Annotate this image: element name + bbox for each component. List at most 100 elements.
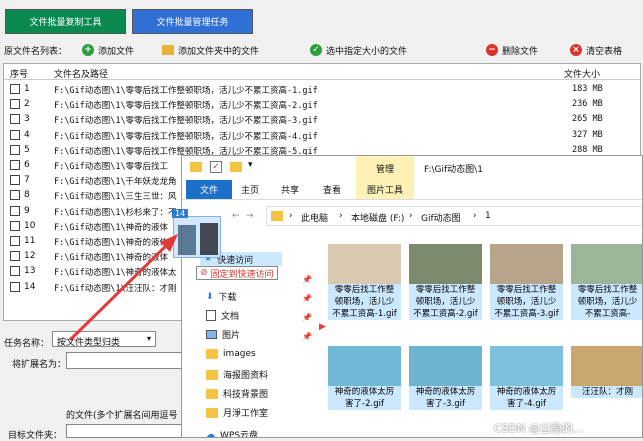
row-path: F:\Gif动态图\1\零零后找工作整顿职场，活儿少不累工资高-4.gif (54, 131, 318, 142)
explorer-titlebar: ✓ ▾ 管理 F:\Gif动态图\1 (182, 156, 642, 180)
folder-icon (190, 162, 202, 172)
delete-file-button[interactable]: − 删除文件 (486, 43, 538, 57)
watermark: CSDN @尘隐的... (494, 422, 584, 435)
thumbnail-caption: 神奇的液体太厉 害了-3.gif (409, 386, 482, 410)
row-num: 10 (24, 220, 36, 231)
target-folder-label: 目标文件夹： (8, 431, 63, 441)
breadcrumb-folder-1[interactable]: 1 (485, 211, 491, 221)
thumbnail-image (571, 346, 642, 386)
thumbnail-image (328, 346, 401, 386)
pin-icon[interactable]: 📌 (302, 313, 312, 322)
address-bar[interactable]: › 此电脑 › 本地磁盘 (F:) › Gif动态图 › 1 (266, 206, 642, 226)
thumbnail-image (409, 346, 482, 386)
thumbnail-caption: 神奇的液体太厉 害了-2.gif (328, 386, 401, 410)
thumbnail-caption: 神奇的液体太厉 害了-4.gif (490, 386, 563, 410)
quick-access-dropdown-icon[interactable]: ▾ (248, 160, 253, 170)
add-folder-files-button[interactable]: 添加文件夹中的文件 (162, 43, 259, 57)
ribbon-home-tab[interactable]: 主页 (234, 180, 266, 199)
nav-pictures[interactable]: 图片 (206, 328, 240, 341)
pin-to-quick-access-tooltip: ⊘ 固定到快速访问 (196, 266, 278, 280)
thumbnail-caption: 汪汪队：才刚 (571, 386, 642, 398)
expand-arrow-icon: ▶ (319, 322, 326, 332)
header-size: 文件大小 (564, 70, 601, 80)
row-checkbox[interactable] (10, 205, 20, 216)
row-path: F:\Gif动态图\1\零零后找工作整顿职场，活儿少不累工资高-3.gif (54, 116, 318, 127)
nav-yuejing-folder[interactable]: 月淨工作室 (206, 406, 268, 419)
no-entry-icon: ⊘ (200, 268, 208, 278)
ribbon-picture-tools-tab[interactable]: 图片工具 (356, 180, 414, 199)
thumbnail-image (328, 244, 401, 284)
row-checkbox[interactable] (10, 190, 20, 201)
add-file-button[interactable]: + 添加文件 (82, 43, 134, 57)
batch-manage-task-button[interactable]: 文件批量管理任务 (132, 9, 253, 34)
new-folder-icon[interactable] (230, 162, 242, 172)
row-checkbox[interactable] (10, 236, 20, 246)
file-thumbnail[interactable]: 神奇的液体太厉 害了-4.gif (490, 346, 563, 410)
nav-documents[interactable]: 文档 (206, 309, 239, 322)
file-thumbnail[interactable]: 零零后找工作整 顿职场，活儿少 不累工资高-3.gif (490, 244, 563, 320)
file-thumbnail[interactable]: 汪汪队：才刚 (571, 346, 642, 398)
ribbon-share-tab[interactable]: 共享 (274, 180, 306, 199)
file-thumbnail[interactable]: 零零后找工作整 顿职场，活儿少 不累工资高-2.gif (409, 244, 482, 320)
table-row[interactable]: 4 F:\Gif动态图\1\零零后找工作整顿职场，活儿少不累工资高-4.gif 32… (4, 128, 640, 143)
nav-tech-bg-folder[interactable]: 科技背景图 (206, 387, 268, 400)
file-thumbnail[interactable]: 零零后找工作整 顿职场，活儿少 不累工资高- (571, 244, 642, 320)
row-checkbox[interactable] (10, 266, 20, 277)
row-num: 13 (24, 266, 36, 277)
row-checkbox[interactable] (10, 129, 20, 140)
drag-count-badge: 14 (172, 209, 189, 218)
pin-icon[interactable]: 📌 (302, 332, 312, 341)
table-row[interactable]: 2 F:\Gif动态图\1\零零后找工作整顿职场，活儿少不累工资高-2.gif 23… (4, 97, 640, 112)
pin-icon[interactable]: 📌 (302, 294, 312, 303)
thumbnail-image (490, 346, 563, 386)
row-checkbox[interactable] (10, 144, 20, 155)
table-row[interactable]: 1 F:\Gif动态图\1\零零后找工作整顿职场，活儿少不累工资高-1.gif 18… (4, 82, 640, 97)
window-title-path: F:\Gif动态图\1 (424, 165, 483, 175)
thumbnail-caption: 零零后找工作整 顿职场，活儿少 不累工资高-1.gif (328, 284, 401, 320)
forward-arrow-icon[interactable]: → (246, 211, 254, 221)
ribbon-manage-tab[interactable]: 管理 (356, 156, 414, 180)
batch-copy-tool-button[interactable]: 文件批量复制工具 (5, 9, 126, 34)
back-arrow-icon[interactable]: ← (232, 211, 240, 221)
row-checkbox[interactable] (10, 160, 20, 170)
target-folder-input[interactable] (66, 424, 182, 438)
breadcrumb-drive-f[interactable]: 本地磁盘 (F:) (351, 211, 404, 224)
row-checkbox[interactable] (10, 175, 20, 186)
row-num: 1 (24, 84, 30, 94)
row-path: F:\Gif动态图\1\三生三世：风 (54, 192, 177, 203)
header-path: 文件名及路径 (54, 70, 109, 80)
row-checkbox[interactable] (10, 220, 20, 231)
breadcrumb-gif-folder[interactable]: Gif动态图 (421, 211, 461, 224)
row-checkbox[interactable] (10, 251, 20, 262)
document-icon (206, 310, 216, 321)
row-checkbox[interactable] (10, 281, 20, 292)
clear-table-button[interactable]: × 清空表格 (570, 43, 622, 57)
breadcrumb-this-pc[interactable]: 此电脑 (301, 211, 328, 224)
row-checkbox[interactable] (10, 99, 20, 110)
nav-wps-cloud[interactable]: ☁ WPS云盘 (206, 428, 258, 438)
ribbon-view-tab[interactable]: 查看 (316, 180, 348, 199)
task-name-label: 任务名称： (4, 339, 50, 349)
check-icon: ✓ (310, 44, 322, 56)
nav-images-folder[interactable]: images (206, 349, 256, 359)
nav-poster-folder[interactable]: 海报图资料 (206, 368, 268, 381)
picture-icon (206, 330, 217, 339)
file-thumbnail[interactable]: 零零后找工作整 顿职场，活儿少 不累工资高-1.gif (328, 244, 401, 320)
extension-input[interactable] (66, 352, 182, 369)
row-num: 5 (24, 144, 30, 155)
extension-label: 将扩展名为： (12, 360, 67, 370)
row-checkbox[interactable] (10, 84, 20, 94)
thumbnail-caption: 零零后找工作整 顿职场，活儿少 不累工资高-2.gif (409, 284, 482, 320)
table-row[interactable]: 3 F:\Gif动态图\1\零零后找工作整顿职场，活儿少不累工资高-3.gif 26… (4, 112, 640, 127)
properties-icon[interactable]: ✓ (210, 161, 222, 173)
folder-icon (206, 369, 218, 380)
row-checkbox[interactable] (10, 114, 20, 125)
ribbon-file-tab[interactable]: 文件 (186, 180, 232, 199)
file-thumbnail[interactable]: 神奇的液体太厉 害了-3.gif (409, 346, 482, 410)
row-num: 7 (24, 175, 30, 186)
select-by-size-button[interactable]: ✓ 选中指定大小的文件 (310, 43, 407, 57)
pin-icon[interactable]: 📌 (302, 275, 312, 284)
file-thumbnail[interactable]: 神奇的液体太厉 害了-2.gif (328, 346, 401, 410)
nav-downloads[interactable]: ⬇ 下载 (206, 290, 237, 304)
row-path: F:\Gif动态图\1\千年妖龙龙角 (54, 177, 177, 188)
